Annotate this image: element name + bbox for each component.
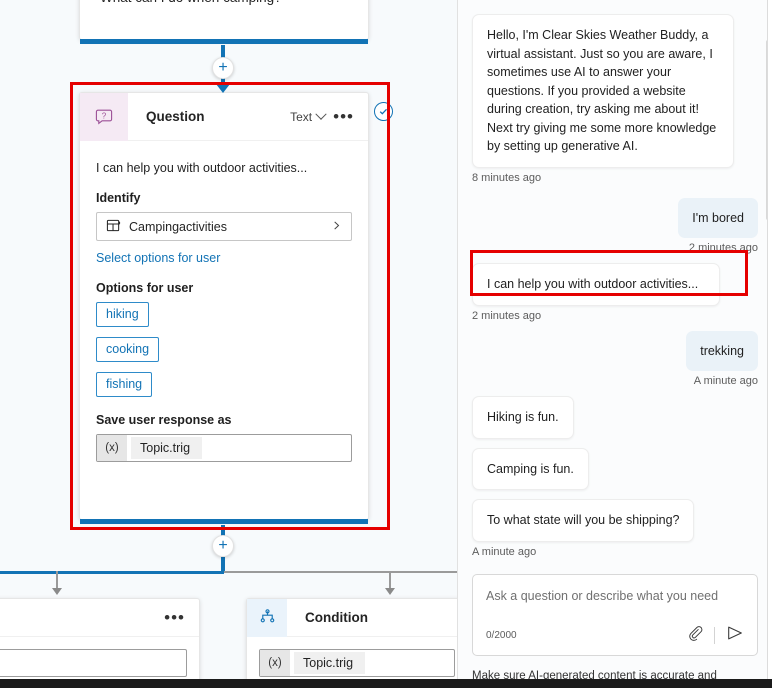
option-chip[interactable]: fishing: [96, 372, 153, 397]
condition-branch-icon: [247, 598, 287, 637]
variable-name: Topic.trig: [131, 437, 203, 459]
chat-message: trekking: [472, 330, 758, 371]
paperclip-icon[interactable]: [687, 625, 703, 646]
condition-node-right[interactable]: Condition (x) Topic.trig: [246, 598, 457, 688]
message-timestamp: A minute ago: [472, 545, 537, 558]
composer-separator: [714, 626, 715, 644]
question-node-header: ? Question Text •••: [80, 92, 368, 141]
chat-input-placeholder[interactable]: Ask a question or describe what you need: [486, 587, 744, 605]
option-chip[interactable]: cooking: [96, 337, 160, 362]
save-user-response-label: Save user response as: [96, 413, 232, 427]
bot-message-bubble: I can help you with outdoor activities..…: [472, 263, 720, 306]
chat-message: Camping is fun.: [472, 447, 758, 490]
variable-name: Topic.trig: [294, 652, 366, 674]
node-variable-field[interactable]: rig: [0, 649, 187, 677]
variable-token-icon: (x): [260, 650, 290, 676]
question-bubble-icon: ?: [80, 92, 128, 141]
options-for-user-list: hiking cooking fishing: [96, 302, 352, 407]
node-header: tion •••: [0, 599, 199, 637]
user-message-bubble: I'm bored: [678, 197, 758, 238]
select-options-for-user-link[interactable]: Select options for user: [96, 251, 352, 265]
topic-flow-canvas[interactable]: What activities can I do outdoors? What …: [0, 0, 457, 688]
identify-label: Identify: [96, 191, 141, 205]
message-timestamp: A minute ago: [693, 375, 758, 387]
entity-icon: [106, 218, 121, 236]
message-timestamp: 2 minutes ago: [472, 309, 542, 322]
connector-arrow-right: [385, 588, 395, 595]
user-message-bubble: trekking: [686, 330, 758, 371]
response-type-selector[interactable]: Text: [290, 108, 327, 124]
identify-entity-value: Campingactivities: [129, 219, 227, 234]
send-icon[interactable]: [726, 624, 744, 647]
svg-text:?: ?: [102, 111, 107, 120]
window-right-edge: [767, 0, 772, 688]
connector-branch-right: [224, 571, 457, 573]
save-response-variable-field[interactable]: (x) Topic.trig: [96, 434, 352, 462]
bot-message-bubble: Camping is fun.: [472, 447, 589, 490]
connector-arrow-top: [216, 84, 230, 93]
chat-message-highlighted: I can help you with outdoor activities..…: [472, 263, 758, 306]
node-more-menu[interactable]: •••: [164, 609, 185, 626]
chat-composer[interactable]: Ask a question or describe what you need…: [472, 573, 758, 656]
node-title: Condition: [305, 610, 368, 625]
node-variable-field[interactable]: (x) Topic.trig: [259, 649, 455, 677]
authoring-canvas-with-test-pane: What activities can I do outdoors? What …: [0, 0, 772, 688]
response-type-value: Text: [290, 109, 313, 124]
composer-footer: 0/2000: [486, 624, 744, 647]
character-counter: 0/2000: [486, 629, 517, 641]
add-node-button-bottom[interactable]: +: [212, 535, 234, 557]
test-bot-chat-pane[interactable]: Hello, I'm Clear Skies Weather Buddy, a …: [458, 0, 772, 688]
node-title: tion: [0, 610, 164, 625]
chat-message: I'm bored: [472, 197, 758, 238]
condition-node-left[interactable]: tion ••• rig: [0, 598, 200, 688]
node-body: rig: [0, 637, 199, 677]
trigger-phrases-node[interactable]: What activities can I do outdoors? What …: [79, 0, 369, 44]
node-header: Condition: [247, 598, 457, 637]
option-chip[interactable]: hiking: [96, 302, 149, 327]
add-node-button-top[interactable]: +: [212, 57, 234, 79]
connector-branch-left: [0, 571, 224, 574]
bot-message-bubble: Hiking is fun.: [472, 396, 574, 439]
options-for-user-label: Options for user: [96, 281, 194, 295]
message-timestamp: 8 minutes ago: [472, 171, 542, 184]
node-body: (x) Topic.trig: [247, 637, 457, 677]
node-accent-bar: [80, 39, 368, 44]
question-node[interactable]: ? Question Text ••• I can help you with …: [79, 92, 369, 524]
chevron-right-icon: [331, 220, 342, 234]
identify-entity-picker[interactable]: Campingactivities: [96, 212, 352, 241]
bot-message-bubble: To what state will you be shipping?: [472, 499, 695, 542]
trigger-phrase-2: What can I do when camping?: [100, 0, 352, 9]
connector-arrow-left: [52, 588, 62, 595]
chat-message: Hello, I'm Clear Skies Weather Buddy, a …: [472, 14, 758, 168]
check-circle-icon[interactable]: [374, 102, 393, 121]
chevron-down-icon: [315, 108, 327, 120]
variable-token-icon: (x): [97, 435, 127, 461]
question-prompt-text[interactable]: I can help you with outdoor activities..…: [96, 161, 352, 175]
chat-message: Hiking is fun.: [472, 396, 758, 439]
question-node-more-menu[interactable]: •••: [333, 108, 354, 125]
bot-message-bubble: Hello, I'm Clear Skies Weather Buddy, a …: [472, 14, 734, 168]
node-accent-bar: [80, 519, 368, 524]
question-node-title: Question: [146, 109, 205, 124]
window-bottom-chrome: [0, 679, 772, 688]
question-node-body: I can help you with outdoor activities..…: [80, 141, 368, 462]
chat-message: To what state will you be shipping?: [472, 499, 758, 542]
message-timestamp: 2 minutes ago: [688, 242, 758, 254]
